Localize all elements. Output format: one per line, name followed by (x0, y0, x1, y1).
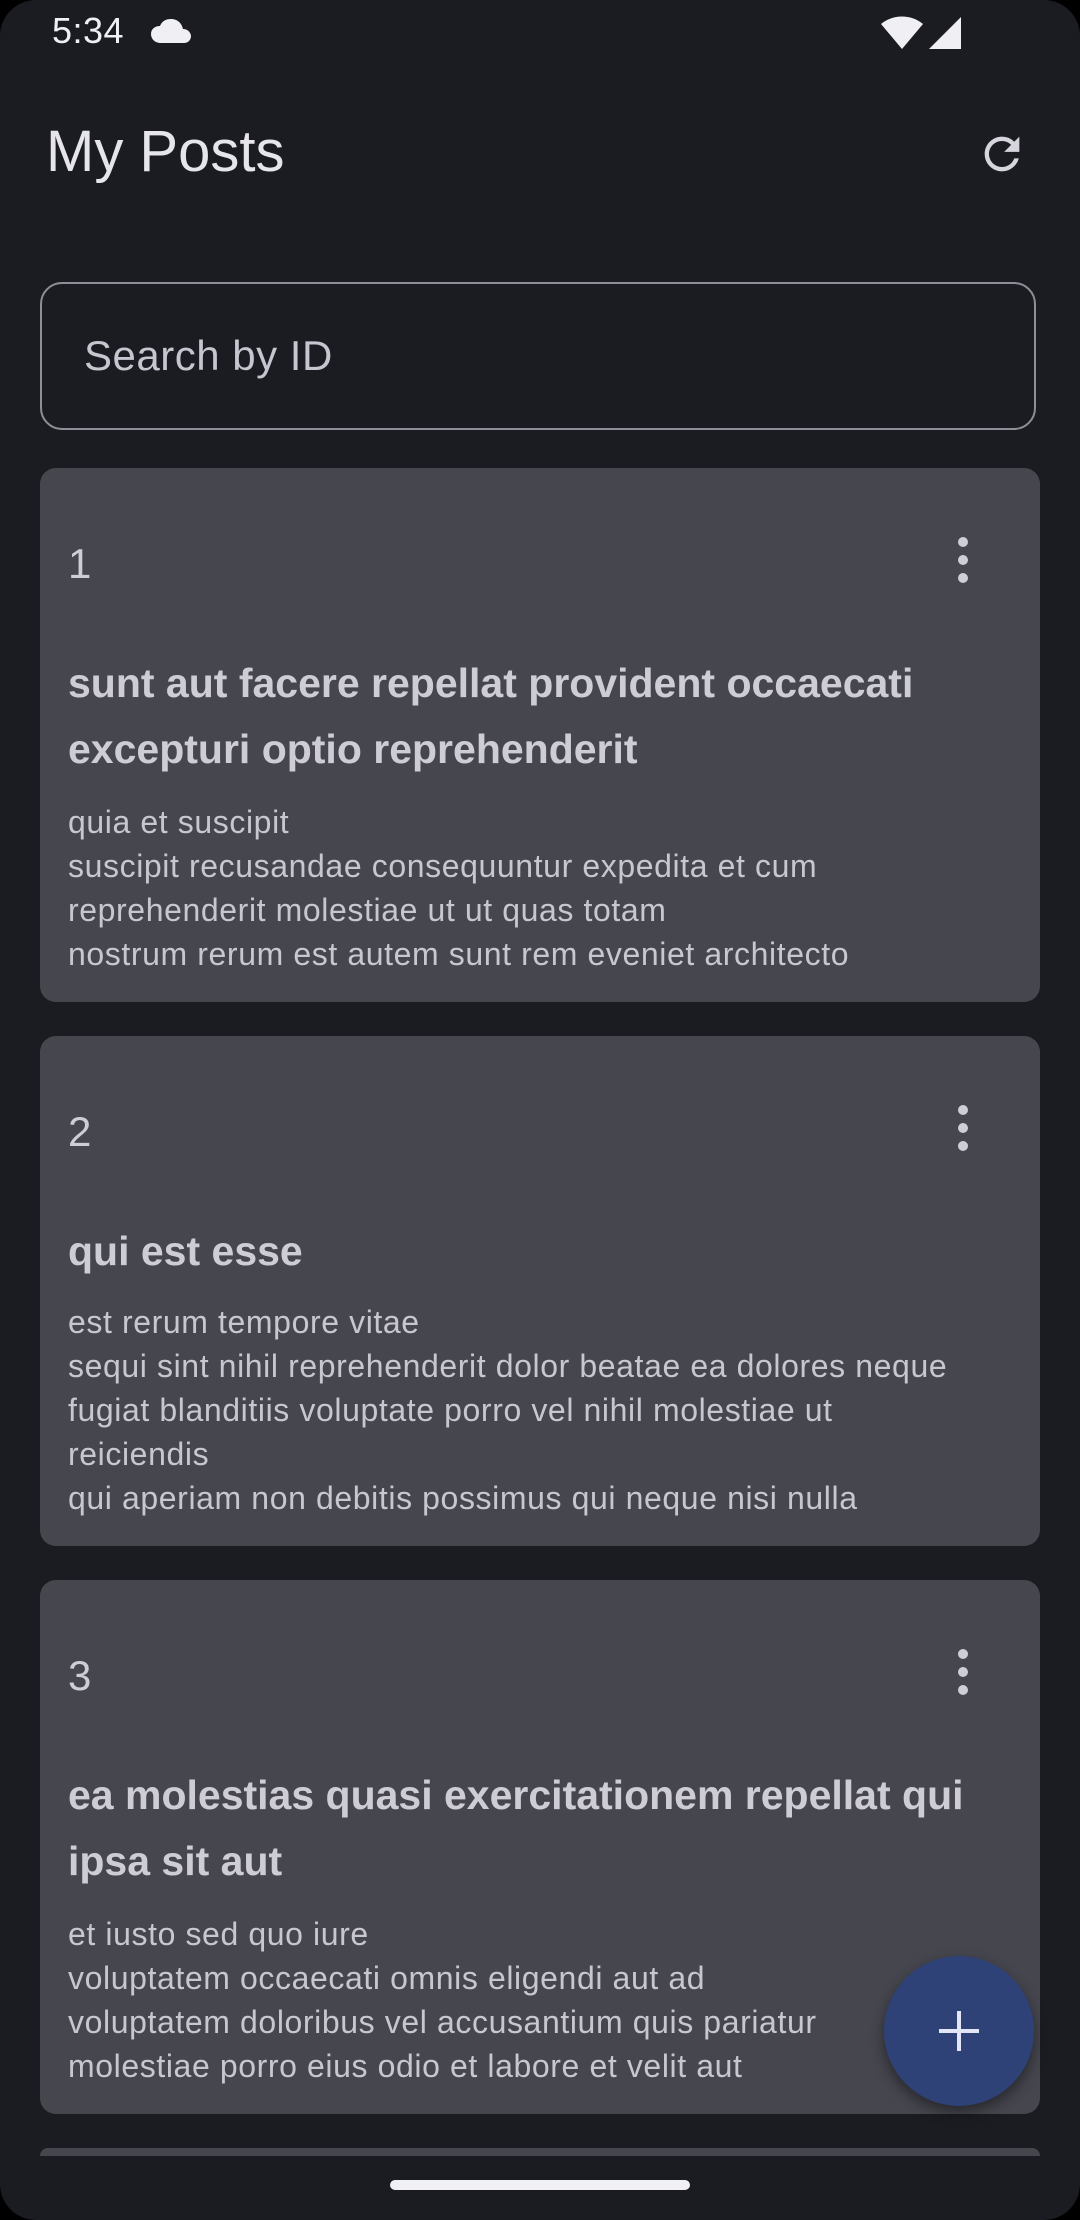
more-vert-icon (958, 1105, 968, 1115)
more-vert-icon-dot (958, 1123, 968, 1133)
page-title: My Posts (46, 119, 285, 184)
post-id: 3 (68, 1652, 92, 1699)
post-title: qui est esse (68, 1228, 303, 1274)
post-id: 2 (68, 1108, 92, 1155)
signal-icon (929, 17, 961, 49)
refresh-icon (984, 136, 1020, 172)
more-options-button[interactable] (938, 528, 988, 592)
more-vert-icon-dot (958, 1685, 968, 1695)
search-field[interactable] (40, 282, 1036, 430)
post-body: est rerum tempore vitae sequi sint nihil… (68, 1304, 948, 1516)
status-time: 5:34 (52, 10, 125, 51)
cloud-icon (151, 19, 191, 43)
wifi-icon (881, 16, 923, 49)
post-id: 1 (68, 540, 92, 587)
status-bar: 5:34 (0, 0, 1080, 66)
more-vert-icon (958, 537, 968, 547)
more-options-button[interactable] (938, 1096, 988, 1160)
search-input[interactable] (84, 284, 984, 428)
post-card-peek (40, 2148, 1040, 2156)
more-options-button[interactable] (938, 1640, 988, 1704)
more-vert-icon-dot (958, 1667, 968, 1677)
plus-icon (939, 2011, 979, 2051)
refresh-button[interactable] (972, 124, 1032, 184)
more-vert-icon-dot (958, 573, 968, 583)
post-title: ea molestias quasi exercitationem repell… (68, 1772, 964, 1884)
post-card[interactable]: 2 qui est esse est rerum tempore vitae s… (40, 1036, 1040, 1546)
more-vert-icon-dot (958, 555, 968, 565)
screen: 5:34 My Posts 1 sunt aut facere repella (0, 0, 1080, 2220)
post-body: quia et suscipit suscipit recusandae con… (68, 804, 850, 972)
post-title: sunt aut facere repellat provident occae… (68, 660, 914, 772)
more-vert-icon-dot (958, 1141, 968, 1151)
more-vert-icon (958, 1649, 968, 1659)
gesture-nav-handle[interactable] (390, 2180, 690, 2190)
add-post-button[interactable] (884, 1956, 1034, 2106)
post-body: et iusto sed quo iure voluptatem occaeca… (68, 1916, 817, 2084)
post-card[interactable]: 1 sunt aut facere repellat provident occ… (40, 468, 1040, 1002)
